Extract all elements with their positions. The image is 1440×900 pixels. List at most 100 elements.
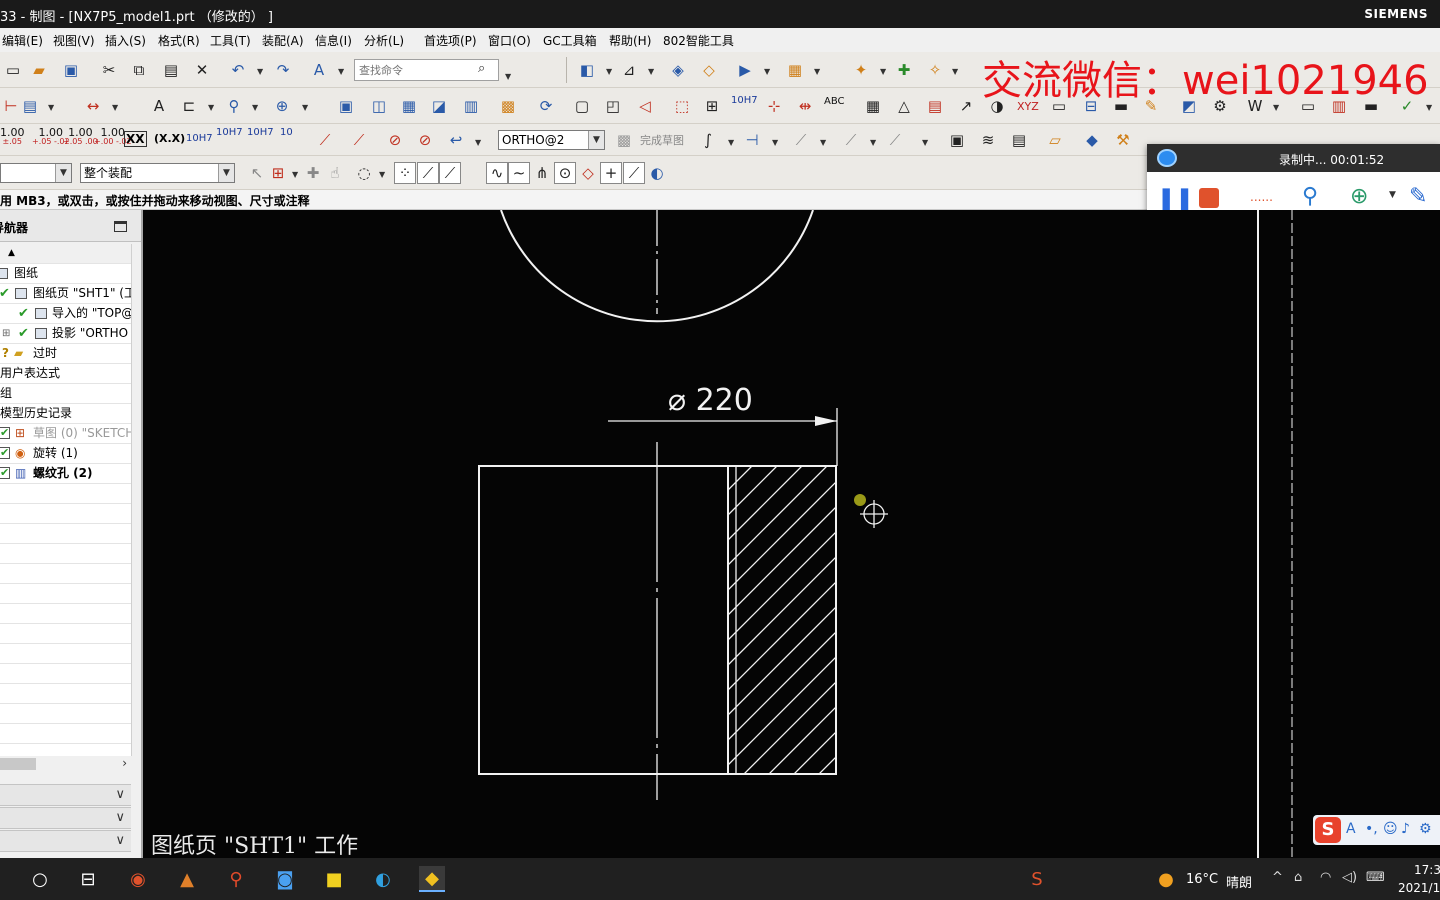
chevron-down-icon[interactable]: ▼ <box>218 164 234 182</box>
point-icon[interactable]: ✚ <box>893 59 915 81</box>
measure-icon[interactable]: ⟋ <box>314 129 336 151</box>
hammer-icon[interactable]: ⚒ <box>1112 129 1134 151</box>
navigator-panel-preview[interactable]: ∨ <box>0 830 131 852</box>
copy-icon[interactable]: ⧉ <box>128 59 150 81</box>
layer-icon[interactable]: ◧ <box>576 59 598 81</box>
snap-curve-icon[interactable]: ∼ <box>508 162 530 184</box>
app-nx-icon[interactable]: ◆ <box>419 866 445 892</box>
display-icon[interactable]: ▦ <box>784 59 806 81</box>
profile-dropdown-icon[interactable]: ▼ <box>728 138 734 147</box>
view-select-combo[interactable]: ORTHO@2 ▼ <box>498 130 605 150</box>
check-icon[interactable]: ✔ <box>18 304 29 323</box>
tray-chevron-up-icon[interactable]: ^ <box>1272 870 1283 885</box>
tree-row-outdated[interactable]: ? ▰ 过时 <box>0 344 131 364</box>
lasso-dropdown-icon[interactable]: ▼ <box>379 170 385 179</box>
section-hatching[interactable] <box>728 355 863 858</box>
offset-icon[interactable]: ⟋ <box>884 129 906 151</box>
delete-icon[interactable]: ✕ <box>191 59 213 81</box>
snap-line-icon[interactable]: ⟋ <box>417 162 439 184</box>
drawing-sheet-icon[interactable]: ▤ <box>19 95 41 117</box>
profile-icon[interactable]: ∫ <box>697 129 719 151</box>
text-style-dropdown-icon[interactable]: ▼ <box>338 67 344 76</box>
tree-row-imported-view[interactable]: ✔ 导入的 "TOP@ <box>0 304 131 324</box>
snap-intersection-icon[interactable]: ⋔ <box>531 162 553 184</box>
lasso-icon[interactable]: ◌ <box>353 162 375 184</box>
linear-dimension-icon[interactable]: ↔ <box>82 95 104 117</box>
menu-assembly[interactable]: 装配(A) <box>262 32 304 49</box>
navigator-panel-details[interactable]: ∨ <box>0 807 131 829</box>
checkbox-icon[interactable]: ✔ <box>0 467 11 479</box>
search-dropdown-icon[interactable]: ▼ <box>505 72 511 81</box>
section-view-icon[interactable]: ◪ <box>428 95 450 117</box>
fit-tolerance-upper-icon[interactable]: 10H7 <box>247 128 274 138</box>
extend-dropdown-icon[interactable]: ▼ <box>870 138 876 147</box>
scrollbar-thumb[interactable] <box>0 758 36 770</box>
wcs-dropdown-icon[interactable]: ▼ <box>880 67 886 76</box>
chevron-down-icon[interactable]: ∨ <box>115 787 125 802</box>
tree-row-groups[interactable]: 组 <box>0 384 131 404</box>
chevron-right-icon[interactable]: › <box>122 756 127 770</box>
snap-control-icon[interactable]: ∿ <box>486 162 508 184</box>
app-notes-icon[interactable]: ■ <box>321 866 347 892</box>
update-view-icon[interactable]: ⟳ <box>535 95 557 117</box>
clock-date[interactable]: 2021/1 <box>1398 881 1440 895</box>
menu-tools[interactable]: 工具(T) <box>210 32 251 49</box>
annotate-icon[interactable]: ⊕ <box>1350 184 1368 209</box>
tolerance-fit-icon[interactable]: ⊞ <box>701 95 723 117</box>
fit-10h7-icon[interactable]: 10H7 <box>731 96 758 106</box>
tree-row-threaded-hole[interactable]: ✔ ▥ 螺纹孔 (2) <box>0 464 131 484</box>
hatch-bound-icon[interactable]: ⬚ <box>671 95 693 117</box>
tree-row-projected-view[interactable]: ⊞ ✔ 投影 "ORTHO <box>0 324 131 344</box>
snap-midpoint-icon[interactable]: ⟋ <box>439 162 461 184</box>
tolerance-symmetric-icon[interactable]: 1.00 ±.05 <box>0 127 25 146</box>
tree-row-user-expressions[interactable]: 用户表达式 <box>0 364 131 384</box>
wcs-icon[interactable]: ✦ <box>850 59 872 81</box>
trim-icon[interactable]: ⟋ <box>790 129 812 151</box>
select-hand-icon[interactable]: ☝ <box>324 162 346 184</box>
snap-center-icon[interactable]: ⊙ <box>554 162 576 184</box>
snap-on-curve-icon[interactable]: ⟋ <box>623 162 645 184</box>
hole-dim-icon[interactable]: ⊘ <box>414 129 436 151</box>
tree-row-drawing[interactable]: 图纸 <box>0 264 131 284</box>
ime-mode-icon[interactable]: A <box>1346 821 1356 837</box>
centerline-dropdown-icon[interactable]: ▼ <box>302 103 308 112</box>
fit-tolerance-limits-icon[interactable]: 10H7 <box>216 128 243 138</box>
stack-icon[interactable]: ▤ <box>1008 129 1030 151</box>
parts-list-icon[interactable]: ▩ <box>497 95 519 117</box>
save-icon[interactable]: ▣ <box>60 59 82 81</box>
tree-row-sheet[interactable]: ✔ 图纸页 "SHT1" (工 <box>0 284 131 304</box>
menu-format[interactable]: 格式(R) <box>158 32 200 49</box>
clock-time[interactable]: 17:3 <box>1414 863 1440 877</box>
menu-info[interactable]: 信息(I) <box>315 32 352 49</box>
scope-filter-combo[interactable]: 整个装配 ▼ <box>80 163 235 183</box>
ime-mic-icon[interactable]: ♪ <box>1401 821 1410 837</box>
display-dropdown-icon[interactable]: ▼ <box>814 67 820 76</box>
tangent-dropdown-icon[interactable]: ▼ <box>648 67 654 76</box>
sogou-logo-icon[interactable]: S <box>1315 817 1341 843</box>
menu-gc-toolbox[interactable]: GC工具箱 <box>543 32 597 49</box>
menu-edit[interactable]: 编辑(E) <box>2 32 43 49</box>
pin-icon[interactable]: ⚲ <box>1302 184 1318 209</box>
fit-tolerance-icon[interactable]: 10H7 <box>186 134 213 144</box>
feature-control-icon[interactable]: ⊏ <box>178 95 200 117</box>
vector-dropdown-icon[interactable]: ▼ <box>952 67 958 76</box>
centerline-icon[interactable]: ⊕ <box>271 95 293 117</box>
check-icon[interactable]: ✔ <box>0 284 10 303</box>
base-view-icon[interactable]: ▣ <box>335 95 357 117</box>
layer-dropdown-icon[interactable]: ▼ <box>606 67 612 76</box>
trim-dropdown-icon[interactable]: ▼ <box>820 138 826 147</box>
diameter-dim-icon[interactable]: ⊘ <box>384 129 406 151</box>
linear-dim-dropdown-icon[interactable]: ▼ <box>112 103 118 112</box>
annotate-dropdown-icon[interactable]: ▼ <box>1389 190 1396 200</box>
constraint-icon[interactable]: ⊣ <box>741 129 763 151</box>
finish-sketch-label[interactable]: 完成草图 <box>640 132 684 148</box>
new-file-icon[interactable]: ▭ <box>2 59 24 81</box>
select-plus-icon[interactable]: ✚ <box>302 162 324 184</box>
snap-endpoint-icon[interactable]: ⁘ <box>394 162 416 184</box>
fit-tolerance-value-icon[interactable]: 10 <box>280 128 293 138</box>
undo-dropdown-icon[interactable]: ▼ <box>257 67 263 76</box>
weather-description[interactable]: 晴朗 <box>1226 872 1252 891</box>
menu-preferences[interactable]: 首选项(P) <box>424 32 477 49</box>
ime-emoji-icon[interactable]: ☺ <box>1383 821 1398 837</box>
arrow-back-dropdown-icon[interactable]: ▼ <box>475 138 481 147</box>
